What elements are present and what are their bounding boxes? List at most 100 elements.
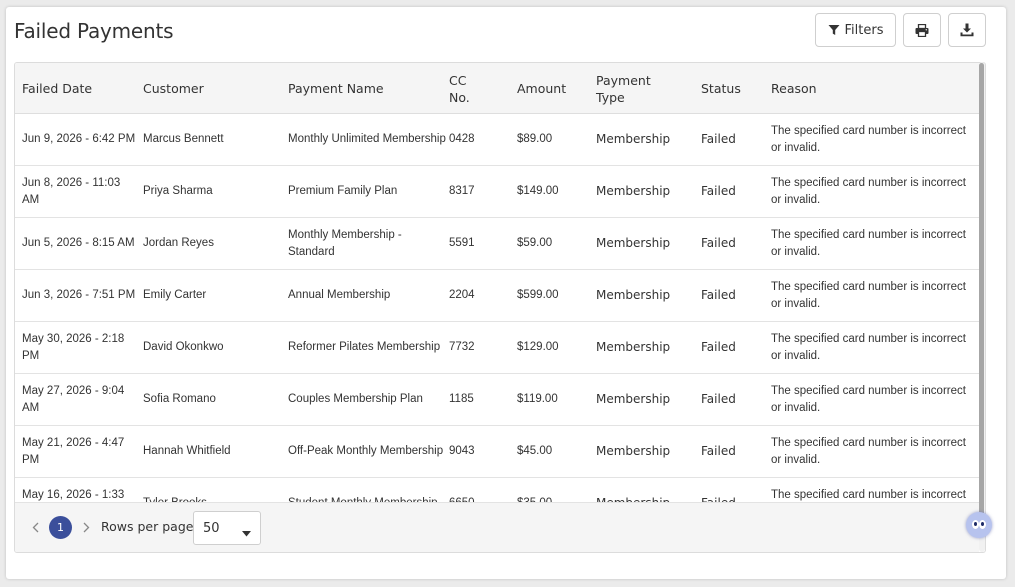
next-page-button[interactable]	[79, 518, 93, 536]
cell-status: Failed	[701, 236, 736, 250]
table-row[interactable]: Jun 5, 2026 - 8:15 AM Jordan Reyes Month…	[15, 218, 979, 270]
cell-reason: The specified card number is incorrect o…	[771, 228, 966, 258]
cell-status: Failed	[701, 392, 736, 406]
cell-payment-name: Off-Peak Monthly Membership	[288, 445, 444, 457]
cell-cc-no: 2204	[449, 289, 475, 301]
table-row[interactable]: May 27, 2026 - 9:04 AM Sofia Romano Coup…	[15, 374, 979, 426]
caret-down-icon	[242, 526, 251, 541]
cell-cc-no: 1185	[449, 393, 474, 405]
cell-customer: Marcus Bennett	[143, 133, 224, 145]
cell-payment-name: Couples Membership Plan	[288, 393, 423, 405]
assistant-eye-icon	[979, 520, 986, 529]
cell-payment-name: Monthly Unlimited Membership	[288, 133, 446, 145]
cell-payment-type: Membership	[596, 132, 671, 146]
failed-payments-card: Failed Payments Filters Failed Date Cust…	[6, 7, 1006, 579]
column-header-amount[interactable]: Amount	[517, 63, 587, 114]
cell-failed-date: Jun 5, 2026 - 8:15 AM	[22, 237, 135, 249]
table-row[interactable]: May 30, 2026 - 2:18 PM David Okonkwo Ref…	[15, 322, 979, 374]
cell-customer: David Okonkwo	[143, 341, 224, 353]
cell-reason: The specified card number is incorrect o…	[771, 176, 966, 206]
cell-amount: $119.00	[517, 393, 558, 405]
cell-failed-date: Jun 8, 2026 - 11:03 AM	[22, 176, 121, 206]
print-button[interactable]	[903, 13, 941, 47]
rows-per-page-label: Rows per page:	[101, 519, 198, 534]
cell-reason: The specified card number is incorrect o…	[771, 384, 966, 414]
cell-payment-name: Premium Family Plan	[288, 185, 398, 197]
cell-customer: Tyler Brooks	[143, 478, 283, 502]
table-row[interactable]: Jun 3, 2026 - 7:51 PM Emily Carter Annua…	[15, 270, 979, 322]
cell-status: Failed	[701, 184, 736, 198]
column-header-failed-date[interactable]: Failed Date	[22, 63, 140, 114]
download-icon	[960, 23, 974, 37]
chevron-right-icon	[83, 518, 90, 537]
rows-per-page-select[interactable]: 50	[193, 511, 261, 545]
failed-payments-table: Failed Date Customer Payment Name CC No.…	[14, 62, 986, 553]
table-header: Failed Date Customer Payment Name CC No.…	[15, 63, 979, 114]
column-header-status[interactable]: Status	[701, 63, 763, 114]
cell-failed-date: May 16, 2026 - 1:33 PM	[22, 488, 125, 501]
filters-button-label: Filters	[844, 22, 884, 38]
cell-amount: $45.00	[517, 445, 553, 457]
chat-assistant-button[interactable]	[966, 512, 992, 538]
cell-reason: The specified card number is incorrect o…	[771, 124, 966, 154]
cell-payment-type: Membership	[596, 184, 671, 198]
column-header-customer[interactable]: Customer	[143, 63, 283, 114]
printer-icon	[915, 23, 929, 37]
cell-status: Failed	[701, 444, 736, 458]
table-row[interactable]: Jun 8, 2026 - 11:03 AM Priya Sharma Prem…	[15, 166, 979, 218]
cell-failed-date: May 21, 2026 - 4:47 PM	[22, 436, 125, 466]
filter-icon	[828, 24, 840, 36]
table-scrollbar-thumb[interactable]	[979, 63, 984, 519]
cell-status: Failed	[701, 478, 763, 502]
cell-customer: Jordan Reyes	[143, 237, 214, 249]
assistant-eye-icon	[972, 520, 979, 529]
previous-page-button[interactable]	[28, 518, 42, 536]
chevron-left-icon	[32, 518, 39, 537]
page-number-button[interactable]: 1	[49, 516, 72, 539]
cell-status: Failed	[701, 340, 736, 354]
cell-cc-no: 7732	[449, 341, 475, 353]
table-row[interactable]: May 16, 2026 - 1:33 PM Tyler Brooks Stud…	[15, 478, 979, 502]
rows-per-page-value: 50	[203, 520, 220, 536]
column-header-payment-name[interactable]: Payment Name	[288, 63, 446, 114]
cell-customer: Hannah Whitfield	[143, 445, 231, 457]
column-header-payment-type[interactable]: Payment Type	[596, 63, 662, 114]
cell-reason: The specified card number is incorrect o…	[771, 280, 966, 310]
cell-customer: Priya Sharma	[143, 185, 213, 197]
cell-amount: $89.00	[517, 133, 553, 145]
cell-cc-no: 0428	[449, 133, 475, 145]
table-pagination-bar: 1 Rows per page: 50	[15, 502, 979, 552]
cell-payment-type: Membership	[596, 478, 696, 502]
cell-failed-date: Jun 9, 2026 - 6:42 PM	[22, 133, 136, 145]
cell-amount: $59.00	[517, 237, 553, 249]
page-title: Failed Payments	[14, 19, 174, 43]
cell-customer: Emily Carter	[143, 289, 207, 301]
cell-failed-date: May 30, 2026 - 2:18 PM	[22, 332, 125, 362]
table-row[interactable]: Jun 9, 2026 - 6:42 PM Marcus Bennett Mon…	[15, 114, 979, 166]
cell-payment-type: Membership	[596, 340, 671, 354]
cell-reason: The specified card number is incorrect o…	[771, 332, 966, 362]
cell-payment-type: Membership	[596, 444, 671, 458]
cell-payment-name: Student Monthly Membership	[288, 478, 446, 502]
filters-button[interactable]: Filters	[815, 13, 896, 47]
cell-failed-date: May 27, 2026 - 9:04 AM	[22, 384, 125, 414]
cell-cc-no: 8317	[449, 185, 475, 197]
cell-cc-no: 5591	[449, 237, 475, 249]
cell-failed-date: Jun 3, 2026 - 7:51 PM	[22, 289, 136, 301]
column-header-reason[interactable]: Reason	[771, 63, 971, 114]
download-button[interactable]	[948, 13, 986, 47]
cell-status: Failed	[701, 288, 736, 302]
cell-payment-name: Reformer Pilates Membership	[288, 341, 441, 353]
table-row[interactable]: May 21, 2026 - 4:47 PM Hannah Whitfield …	[15, 426, 979, 478]
cell-payment-type: Membership	[596, 392, 671, 406]
cell-cc-no: 6650	[449, 478, 509, 502]
cell-customer: Sofia Romano	[143, 393, 216, 405]
cell-reason: The specified card number is incorrect o…	[771, 436, 966, 466]
cell-reason: The specified card number is incorrect o…	[771, 488, 966, 501]
cell-amount: $149.00	[517, 185, 559, 197]
cell-payment-name: Monthly Membership - Standard	[288, 228, 402, 258]
cell-amount: $129.00	[517, 341, 559, 353]
cell-payment-type: Membership	[596, 288, 671, 302]
column-header-cc-no[interactable]: CC No.	[449, 63, 485, 114]
cell-payment-name: Annual Membership	[288, 289, 391, 301]
